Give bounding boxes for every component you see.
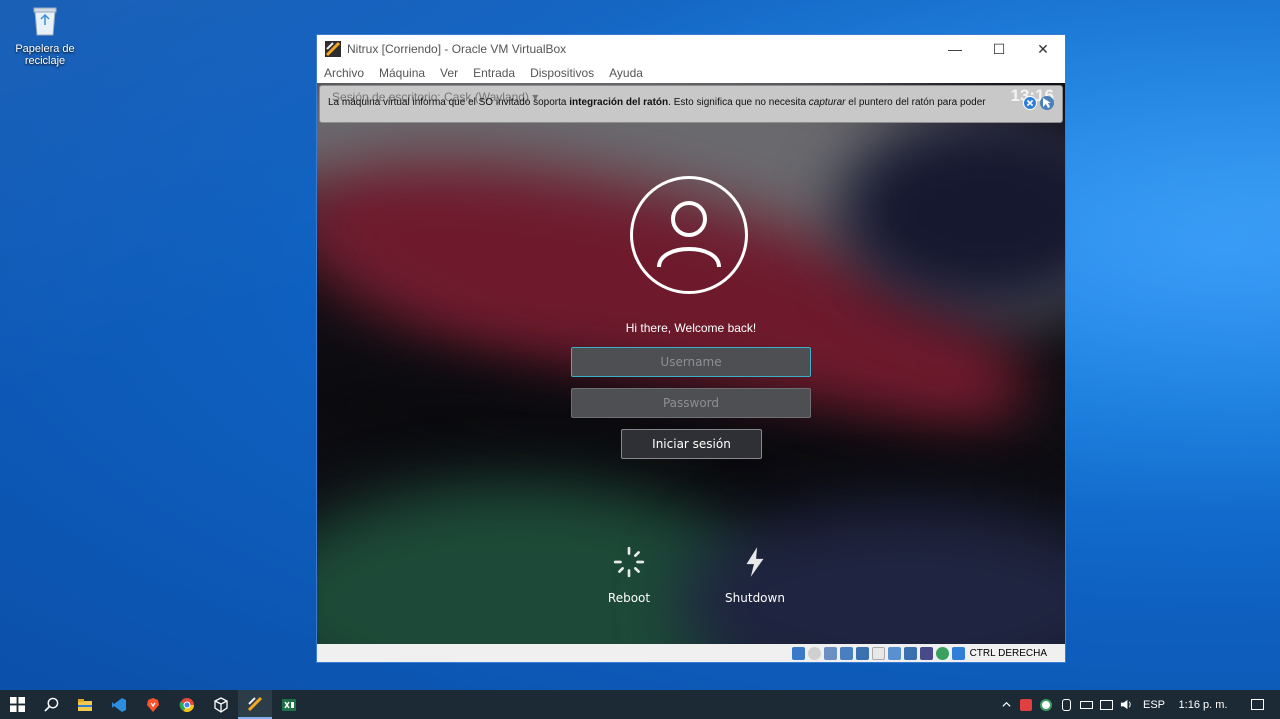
shield-icon [1020, 698, 1032, 711]
taskbar-brave[interactable] [136, 690, 170, 719]
window-titlebar[interactable]: Nitrux [Corriendo] - Oracle VM VirtualBo… [317, 35, 1065, 63]
reboot-icon [613, 546, 645, 578]
reboot-label: Reboot [607, 591, 651, 605]
windows-start-icon [9, 697, 25, 712]
tray-vpn-icon[interactable] [1036, 690, 1056, 719]
menu-archivo[interactable]: Archivo [324, 66, 364, 80]
virtualbox-icon [325, 41, 341, 57]
user-icon [657, 201, 721, 268]
taskbar-virtualbox[interactable] [204, 690, 238, 719]
notifications-button[interactable] [1234, 690, 1280, 719]
menu-ver[interactable]: Ver [440, 66, 458, 80]
maximize-button[interactable]: ☐ [977, 35, 1021, 63]
usb-icon[interactable] [855, 646, 869, 660]
vscode-icon [112, 697, 126, 712]
notice-text-bold: integración del ratón [569, 97, 669, 108]
recycle-bin-icon [33, 7, 57, 36]
recording-icon[interactable] [903, 646, 917, 660]
password-input[interactable] [571, 388, 811, 418]
mouse-pointer-icon [1043, 98, 1051, 108]
tray-battery-icon[interactable] [1076, 690, 1096, 719]
shared-folders-icon[interactable] [871, 646, 885, 660]
window-title: Nitrux [Corriendo] - Oracle VM VirtualBo… [347, 42, 567, 56]
close-button[interactable]: ✕ [1021, 35, 1065, 63]
hard-disk-icon[interactable] [791, 646, 805, 660]
excel-icon [282, 698, 296, 711]
notice-message: La máquina virtual informa que el SO inv… [328, 97, 986, 108]
menu-dispositivos[interactable]: Dispositivos [530, 66, 594, 80]
notice-text-2: . Esto significa que no necesita [668, 97, 809, 108]
taskbar-vscode[interactable] [102, 690, 136, 719]
tray-volume-icon[interactable] [1116, 690, 1136, 719]
tray-clipboard-icon[interactable] [1056, 690, 1076, 719]
tray-clock[interactable]: 1:16 p. m. [1172, 690, 1234, 719]
vm-statusbar: CTRL DERECHA [317, 644, 1065, 662]
close-icon: ✕ [1037, 40, 1049, 57]
minimize-button[interactable]: — [933, 35, 977, 63]
host-key-label: CTRL DERECHA [969, 647, 1047, 659]
search-icon [43, 697, 58, 712]
notice-mouse-integration-button[interactable] [1040, 96, 1054, 110]
show-hidden-icons-button[interactable] [996, 690, 1016, 719]
notice-close-button[interactable] [1023, 96, 1037, 110]
recycle-bin[interactable]: Papelera de reciclaje [10, 6, 80, 67]
notification-icon [1250, 699, 1264, 710]
notice-text-1: La máquina virtual informa que el SO inv… [328, 97, 570, 108]
tray-language[interactable]: ESP [1136, 690, 1172, 719]
menubar: Archivo Máquina Ver Entrada Dispositivos… [317, 63, 1065, 83]
taskbar: ESP 1:16 p. m. [0, 690, 1280, 719]
network-icon[interactable] [839, 646, 853, 660]
speaker-icon [1120, 699, 1131, 710]
mouse-integration-notice: Sesión de escritorio: Cask (Wayland) ▾ 1… [319, 85, 1063, 123]
taskbar-excel[interactable] [272, 690, 306, 719]
optical-drive-icon[interactable] [807, 646, 821, 660]
login-button[interactable]: Iniciar sesión [621, 429, 762, 459]
mouse-integration-icon[interactable] [951, 646, 965, 660]
recycle-bin-label: Papelera de reciclaje [15, 43, 75, 67]
chevron-up-icon [1001, 701, 1011, 707]
shutdown-label: Shutdown [725, 591, 785, 605]
tray-security-icon[interactable] [1016, 690, 1036, 719]
system-tray: ESP 1:16 p. m. [996, 690, 1280, 719]
start-button[interactable] [0, 690, 34, 719]
guest-additions-icon[interactable] [935, 646, 949, 660]
virtualbox-app-icon [214, 696, 228, 713]
notice-text-3: el puntero del ratón para poder [845, 97, 986, 108]
notice-text-italic: capturar [808, 97, 846, 108]
minimize-icon: — [948, 41, 962, 57]
clipboard-icon [1061, 698, 1071, 711]
virtualbox-vm-icon [247, 696, 263, 711]
maximize-icon: ☐ [992, 40, 1006, 57]
user-avatar [630, 176, 748, 294]
reboot-button[interactable]: Reboot [589, 545, 669, 605]
tray-network-icon[interactable] [1096, 690, 1116, 719]
gear-icon [1040, 698, 1052, 711]
brave-icon [147, 697, 159, 712]
username-input[interactable] [571, 347, 811, 377]
menu-ayuda[interactable]: Ayuda [609, 66, 643, 80]
lightning-icon [746, 547, 764, 577]
menu-maquina[interactable]: Máquina [379, 66, 425, 80]
shutdown-button[interactable]: Shutdown [715, 545, 795, 605]
display-icon[interactable] [887, 646, 901, 660]
taskbar-virtualbox-vm[interactable] [238, 690, 272, 719]
monitor-icon [1099, 699, 1113, 710]
battery-icon [1079, 700, 1093, 709]
taskbar-file-explorer[interactable] [68, 690, 102, 719]
cpu-icon[interactable] [919, 646, 933, 660]
welcome-text: Hi there, Welcome back! [625, 321, 757, 335]
taskbar-chrome[interactable] [170, 690, 204, 719]
guest-screen[interactable]: Sesión de escritorio: Cask (Wayland) ▾ 1… [317, 83, 1065, 644]
audio-icon[interactable] [823, 646, 837, 660]
file-explorer-icon [78, 698, 92, 711]
search-button[interactable] [34, 690, 68, 719]
virtualbox-window[interactable]: Nitrux [Corriendo] - Oracle VM VirtualBo… [316, 34, 1066, 663]
menu-entrada[interactable]: Entrada [473, 66, 515, 80]
chrome-icon [179, 697, 194, 712]
close-icon [1026, 99, 1034, 107]
